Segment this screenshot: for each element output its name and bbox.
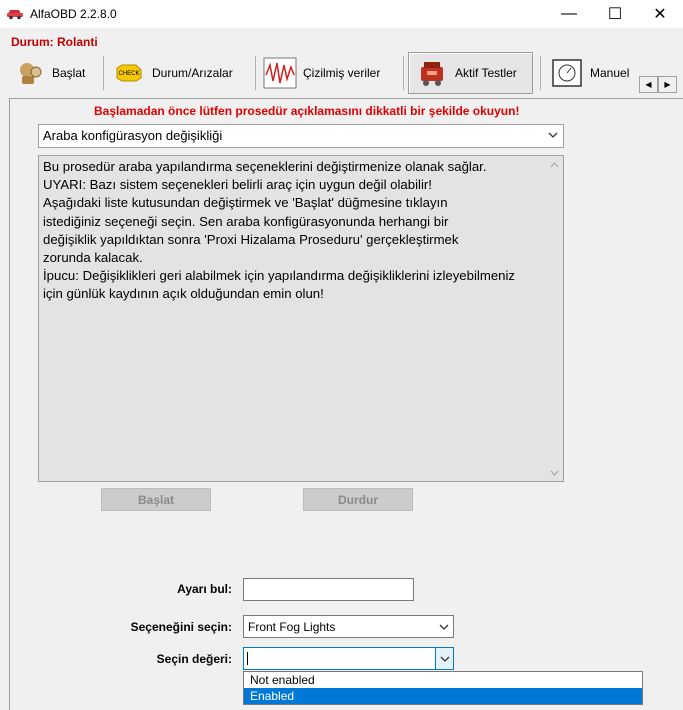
option-value: Front Fog Lights	[248, 620, 336, 634]
start-button[interactable]: Başlat	[101, 488, 211, 511]
stop-button[interactable]: Durdur	[303, 488, 413, 511]
value-label: Seçin değeri:	[156, 652, 232, 666]
person-icon	[12, 56, 46, 90]
engine-icon	[415, 56, 449, 90]
text-caret	[247, 652, 248, 665]
tab-label: Aktif Testler	[455, 66, 517, 80]
dropdown-option-enabled[interactable]: Enabled	[244, 688, 642, 704]
tab-label: Durum/Arızalar	[152, 66, 233, 80]
maximize-button[interactable]: ☐	[592, 0, 638, 28]
title-bar: AlfaOBD 2.2.8.0 — ☐ ✕	[0, 0, 683, 28]
minimize-button[interactable]: —	[546, 0, 592, 28]
tab-scroll: ◀ ▶	[639, 76, 677, 93]
description-scrollbar[interactable]	[546, 156, 563, 481]
gauge-icon	[550, 56, 584, 90]
close-button[interactable]: ✕	[637, 0, 683, 28]
tab-label: Çizilmiş veriler	[303, 66, 381, 80]
main-toolbar: Başlat CHECK Durum/Arızalar Çizilmiş ver…	[0, 52, 683, 96]
chevron-down-icon	[547, 127, 559, 146]
find-setting-input[interactable]	[243, 578, 414, 601]
scroll-left-button[interactable]: ◀	[639, 76, 658, 93]
check-engine-icon: CHECK	[112, 56, 146, 90]
dropdown-option-not-enabled[interactable]: Not enabled	[244, 672, 642, 688]
scroll-down-icon[interactable]	[546, 464, 563, 481]
car-icon	[6, 6, 24, 20]
procedure-select[interactable]: Araba konfigürasyon değişikliği	[38, 124, 564, 148]
scroll-up-icon[interactable]	[546, 156, 563, 173]
svg-text:CHECK: CHECK	[118, 71, 139, 77]
option-select[interactable]: Front Fog Lights	[243, 615, 454, 638]
waveform-icon	[263, 56, 297, 90]
chevron-down-icon[interactable]	[435, 616, 453, 637]
tab-baslat[interactable]: Başlat	[12, 52, 100, 94]
chevron-down-icon[interactable]	[435, 648, 453, 669]
scroll-right-button[interactable]: ▶	[658, 76, 677, 93]
find-setting-label: Ayarı bul:	[177, 582, 232, 596]
tab-aktif-testler[interactable]: Aktif Testler	[408, 52, 533, 94]
tab-durum-arizalar[interactable]: CHECK Durum/Arızalar	[112, 52, 252, 94]
tab-manuel[interactable]: Manuel	[550, 52, 640, 94]
warning-text: Başlamadan önce lütfen prosedür açıklama…	[94, 104, 520, 118]
tab-cizilmis-veriler[interactable]: Çizilmiş veriler	[263, 52, 401, 94]
value-dropdown-list: Not enabled Enabled	[243, 671, 643, 705]
tab-label: Başlat	[52, 66, 86, 80]
procedure-value: Araba konfigürasyon değişikliği	[43, 128, 223, 143]
option-label: Seçeneğini seçin:	[130, 620, 232, 634]
description-text: Bu prosedür araba yapılandırma seçenekle…	[43, 159, 516, 302]
value-select[interactable]	[243, 647, 454, 670]
window-title: AlfaOBD 2.2.8.0	[30, 7, 117, 21]
description-box[interactable]: Bu prosedür araba yapılandırma seçenekle…	[38, 155, 564, 482]
tab-label: Manuel	[590, 66, 630, 80]
status-text: Durum: Rolanti	[11, 35, 98, 49]
